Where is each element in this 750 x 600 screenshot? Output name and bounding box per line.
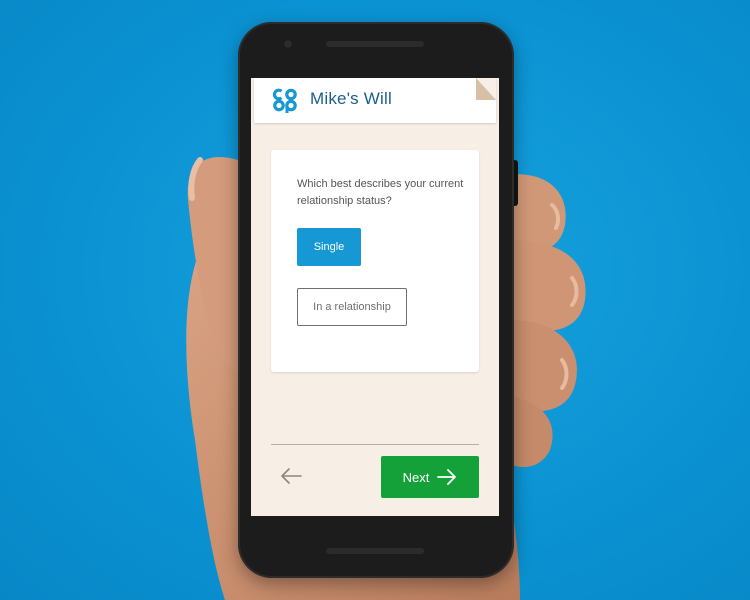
next-button[interactable]: Next xyxy=(381,456,479,498)
page-title: Mike's Will xyxy=(310,89,392,108)
option-in-a-relationship-button[interactable]: In a relationship xyxy=(297,288,407,326)
question-text: Which best describes your current relati… xyxy=(297,178,464,207)
question-card: Which best describes your current relati… xyxy=(271,150,479,372)
arrow-left-icon[interactable] xyxy=(279,466,303,486)
phone-speaker-top xyxy=(326,41,424,47)
page-fold-corner xyxy=(476,78,496,100)
phone-speaker-bottom xyxy=(326,548,424,554)
camera-icon xyxy=(283,39,293,49)
phone-screen: Mike's Will Which best describes your cu… xyxy=(251,78,499,516)
app-header: Mike's Will xyxy=(254,78,496,123)
option-single-button[interactable]: Single xyxy=(297,228,361,266)
arrow-right-icon xyxy=(437,469,457,485)
coop-logo-icon xyxy=(272,88,297,113)
next-button-label: Next xyxy=(402,469,430,485)
footer-divider xyxy=(271,444,479,445)
